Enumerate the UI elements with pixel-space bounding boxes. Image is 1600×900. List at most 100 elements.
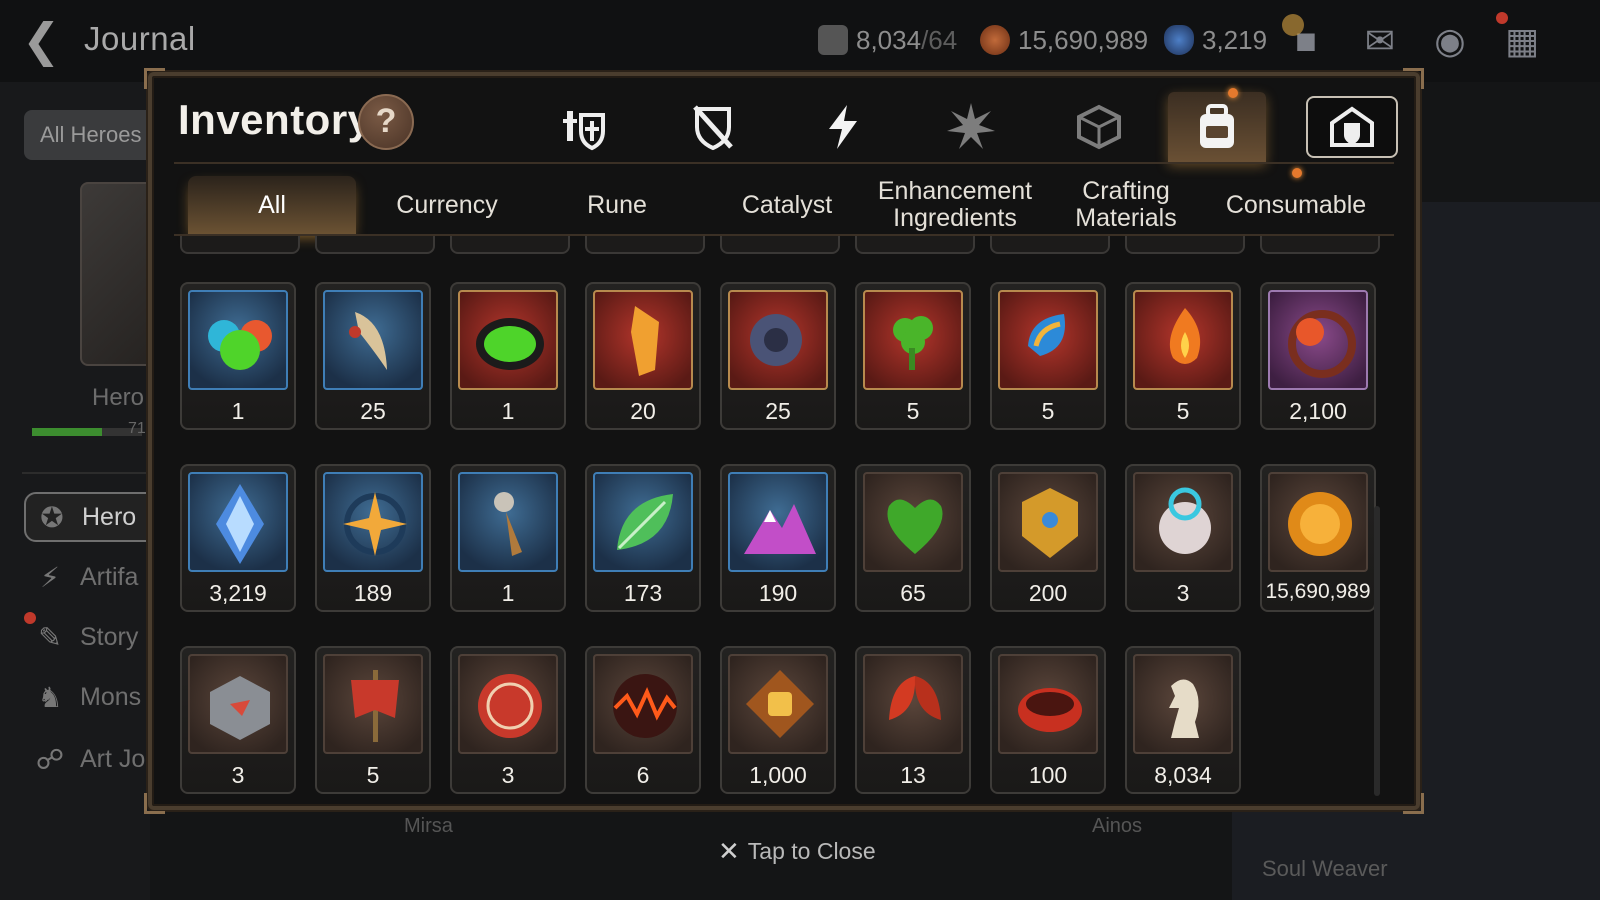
item-quantity: 8,034 bbox=[1154, 762, 1212, 788]
amber-crystal-icon bbox=[593, 290, 693, 390]
item-quantity: 189 bbox=[353, 580, 393, 606]
item-tile[interactable]: 100 bbox=[990, 646, 1106, 794]
item-tile[interactable]: 1,000 bbox=[720, 646, 836, 794]
item-tile[interactable]: 20 bbox=[585, 282, 701, 430]
chess-knight-icon bbox=[1133, 654, 1233, 754]
fist-badge-icon bbox=[728, 654, 828, 754]
item-tile[interactable]: 1 bbox=[180, 282, 296, 430]
subtab-all[interactable]: All bbox=[188, 176, 356, 234]
item-quantity: 15,690,989 bbox=[1265, 580, 1371, 603]
chat-icon[interactable]: ◉ bbox=[1426, 18, 1474, 64]
help-button[interactable]: ? bbox=[358, 94, 414, 150]
item-quantity: 3 bbox=[501, 762, 515, 788]
gold-resource: 15,690,989 bbox=[980, 22, 1148, 58]
menu-grid-icon[interactable]: ▦ bbox=[1498, 18, 1546, 64]
partial-item-tile[interactable] bbox=[585, 236, 705, 254]
flower-charm-icon bbox=[1268, 290, 1368, 390]
stamina-max: /64 bbox=[921, 24, 958, 55]
tab-skills[interactable] bbox=[794, 92, 892, 162]
frame-corner bbox=[1403, 68, 1424, 89]
pendant-key-icon bbox=[458, 472, 558, 572]
subtab-rune[interactable]: Rune bbox=[532, 176, 702, 234]
knight-shield-icon bbox=[563, 111, 605, 151]
item-tile[interactable]: 25 bbox=[720, 282, 836, 430]
stamina-resource: 8,034 /64 bbox=[818, 22, 957, 58]
tab-fortress[interactable] bbox=[1292, 96, 1398, 178]
partial-item-tile[interactable] bbox=[720, 236, 840, 254]
item-tile[interactable]: 173 bbox=[585, 464, 701, 612]
tab-equipment[interactable] bbox=[536, 92, 634, 162]
stamina-value: 8,034 bbox=[856, 24, 922, 55]
item-tile[interactable]: 2,100 bbox=[1260, 282, 1376, 430]
item-tile[interactable]: 8,034 bbox=[1125, 646, 1241, 794]
tab-artifacts[interactable] bbox=[664, 92, 762, 162]
item-quantity: 13 bbox=[900, 762, 926, 788]
partial-item-tile[interactable] bbox=[990, 236, 1110, 254]
subtab-enhancement-ingredients[interactable]: Enhancement Ingredients bbox=[870, 176, 1040, 234]
item-quantity: 1 bbox=[501, 398, 515, 424]
mail-icon[interactable]: ✉ bbox=[1356, 18, 1404, 64]
item-tile[interactable]: 3 bbox=[450, 646, 566, 794]
subtab-catalyst[interactable]: Catalyst bbox=[702, 176, 872, 234]
fire-orb-icon bbox=[593, 654, 693, 754]
subtab-consumable[interactable]: Consumable bbox=[1212, 176, 1380, 234]
item-quantity: 190 bbox=[758, 580, 798, 606]
item-tile[interactable]: 5 bbox=[855, 282, 971, 430]
item-tile[interactable]: 15,690,989 bbox=[1260, 464, 1376, 612]
artifact-icon: ⚡ bbox=[40, 561, 60, 593]
item-quantity: 3 bbox=[1176, 580, 1190, 606]
item-tile[interactable]: 3,219 bbox=[180, 464, 296, 612]
item-quantity: 200 bbox=[1028, 580, 1068, 606]
back-arrow-icon[interactable]: ❮ bbox=[22, 17, 70, 66]
crystal-mountain-icon bbox=[728, 472, 828, 572]
item-tile[interactable]: 5 bbox=[990, 282, 1106, 430]
item-tile[interactable]: 6 bbox=[585, 646, 701, 794]
partial-item-tile[interactable] bbox=[180, 236, 300, 254]
gold-coin-icon bbox=[1268, 472, 1368, 572]
robot-pod-icon bbox=[1133, 472, 1233, 572]
menu-notification-dot bbox=[1496, 12, 1508, 24]
golden-emblem-icon bbox=[998, 472, 1098, 572]
notification-dot bbox=[1228, 88, 1238, 98]
item-tile[interactable]: 200 bbox=[990, 464, 1106, 612]
sidebar-item-label: Art Jo bbox=[80, 744, 146, 773]
collection-progress-bar bbox=[32, 428, 142, 436]
sidebar-divider bbox=[22, 472, 152, 474]
item-quantity: 5 bbox=[906, 398, 920, 424]
ginseng-root-icon bbox=[323, 290, 423, 390]
item-tile[interactable]: 5 bbox=[315, 646, 431, 794]
grid-scrollbar[interactable] bbox=[1374, 506, 1380, 796]
collection-progress-fill bbox=[32, 428, 102, 436]
partial-item-tile[interactable] bbox=[315, 236, 435, 254]
item-tile[interactable]: 13 bbox=[855, 646, 971, 794]
subtab-crafting-materials[interactable]: Crafting Materials bbox=[1046, 176, 1206, 234]
frame-corner bbox=[1403, 793, 1424, 814]
item-tile[interactable]: 65 bbox=[855, 464, 971, 612]
partial-item-tile[interactable] bbox=[1260, 236, 1380, 254]
item-tile[interactable]: 190 bbox=[720, 464, 836, 612]
item-tile[interactable]: 5 bbox=[1125, 282, 1241, 430]
war-banner-icon bbox=[323, 654, 423, 754]
subtab-currency[interactable]: Currency bbox=[362, 176, 532, 234]
partial-item-tile[interactable] bbox=[450, 236, 570, 254]
item-tile[interactable]: 189 bbox=[315, 464, 431, 612]
item-quantity: 100 bbox=[1028, 762, 1068, 788]
item-tile[interactable]: 25 bbox=[315, 282, 431, 430]
item-tile[interactable]: 1 bbox=[450, 282, 566, 430]
tab-special[interactable] bbox=[922, 92, 1020, 162]
partial-item-tile[interactable] bbox=[1125, 236, 1245, 254]
skystone-icon bbox=[188, 472, 288, 572]
item-tile[interactable]: 3 bbox=[1125, 464, 1241, 612]
partial-item-tile[interactable] bbox=[855, 236, 975, 254]
item-quantity: 5 bbox=[366, 762, 380, 788]
item-tile[interactable]: 3 bbox=[180, 646, 296, 794]
tab-inventory[interactable] bbox=[1168, 88, 1266, 162]
tab-materials[interactable] bbox=[1050, 92, 1148, 162]
gold-value: 15,690,989 bbox=[1018, 24, 1149, 55]
item-tile[interactable]: 1 bbox=[450, 464, 566, 612]
item-quantity: 25 bbox=[360, 398, 386, 424]
close-hint-label: Tap to Close bbox=[747, 838, 876, 864]
green-heart-icon bbox=[863, 472, 963, 572]
tap-to-close[interactable]: ✕ Tap to Close bbox=[718, 836, 876, 867]
sidebar-item-label: Story bbox=[80, 622, 139, 651]
